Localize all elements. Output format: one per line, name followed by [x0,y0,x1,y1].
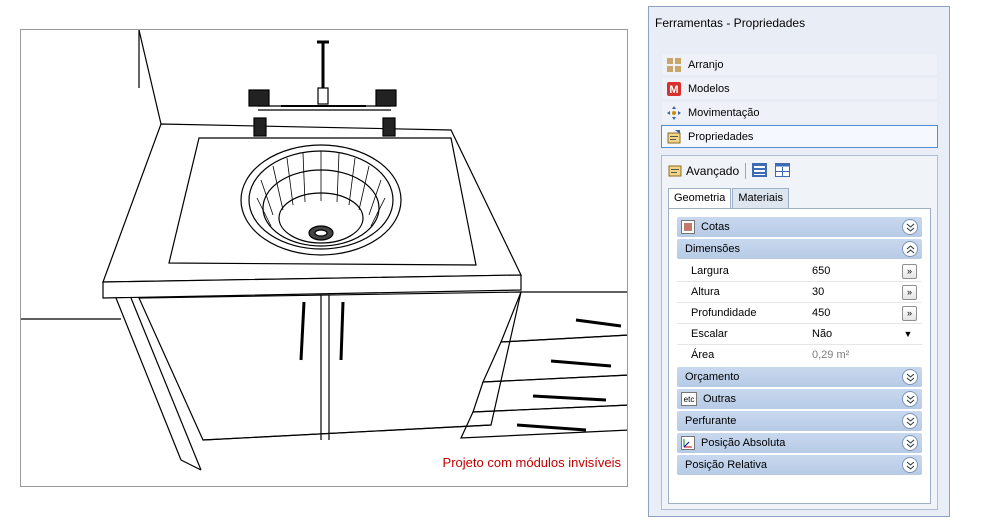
dimension-ruler-icon [681,220,695,234]
tool-propriedades[interactable]: Propriedades [661,125,938,148]
section-perfurante[interactable]: Perfurante [677,411,922,431]
properties-icon [668,163,682,180]
list-view-icon[interactable] [752,162,768,180]
section-label: Posição Absoluta [701,437,786,449]
property-row-escalar: Escalar Não ▼ [677,324,922,344]
tab-materiais[interactable]: Materiais [732,188,789,208]
dimensions-grid: Largura 650 » Altura 30 » Profundidade 4… [677,261,922,365]
position-axes-icon [681,436,695,450]
arrange-icon [666,57,682,73]
panel-title: Ferramentas - Propriedades [655,16,806,30]
viewport-caption: Projeto com módulos invisíveis [442,455,621,470]
property-row-altura: Altura 30 » [677,282,922,302]
chevron-down-icon[interactable] [902,435,918,451]
escalar-select[interactable]: Não [809,325,892,343]
chevron-down-icon[interactable] [902,457,918,473]
tool-label: Movimentação [688,106,760,119]
etc-icon: etc [681,392,697,406]
tools-properties-panel: Ferramentas - Propriedades Arranjo M Mod… [648,6,950,517]
section-orcamento[interactable]: Orçamento [677,367,922,387]
section-outras[interactable]: etc Outras [677,389,922,409]
largura-input[interactable]: 650 [809,262,892,280]
properties-icon [666,129,682,145]
tab-geometria[interactable]: Geometria [668,188,732,209]
area-readonly-value: 0,29 m² [809,346,892,364]
property-row-profundidade: Profundidade 450 » [677,303,922,323]
section-label: Outras [703,393,737,405]
chevron-down-icon[interactable] [902,369,918,385]
3d-viewport[interactable]: Projeto com módulos invisíveis [20,29,628,487]
chevron-up-icon[interactable] [902,241,918,257]
property-label: Área [691,349,715,361]
chevron-down-icon[interactable] [902,219,918,235]
section-label: Cotas [701,221,730,233]
advanced-toolbar: Avançado [668,160,791,182]
chevron-down-icon[interactable] [902,413,918,429]
expand-button[interactable]: » [902,284,917,300]
tool-label: Propriedades [688,130,754,143]
section-posicao-absoluta[interactable]: Posição Absoluta [677,433,922,453]
profundidade-input[interactable]: 450 [809,304,892,322]
section-label: Orçamento [685,371,740,383]
properties-area: Avançado Geometria Materiais Cotas Dimen… [661,155,938,510]
expand-button[interactable]: » [902,305,917,321]
sink-cabinet-drawing [21,30,627,471]
tool-movimentacao[interactable]: Movimentação [661,101,938,124]
expand-button[interactable]: » [902,263,917,279]
tab-strip: Geometria Materiais [668,188,790,209]
toolbar-separator [745,163,747,179]
property-row-largura: Largura 650 » [677,261,922,281]
section-cotas[interactable]: Cotas [677,217,922,237]
tool-arranjo[interactable]: Arranjo [661,53,938,76]
dropdown-arrow-icon[interactable]: ▼ [899,329,917,339]
property-row-area: Área 0,29 m² [677,345,922,365]
section-label: Perfurante [685,415,737,427]
advanced-button[interactable]: Avançado [686,164,739,178]
geometry-tab-content: Cotas Dimensões Largura 650 » Altura 30 … [668,208,931,504]
section-label: Dimensões [685,243,741,255]
property-label: Profundidade [691,307,757,319]
section-dimensoes[interactable]: Dimensões [677,239,922,259]
models-m-icon: M [666,81,682,97]
chevron-down-icon[interactable] [902,391,918,407]
section-label: Posição Relativa [685,459,767,471]
move-arrows-icon [666,105,682,121]
section-posicao-relativa[interactable]: Posição Relativa [677,455,922,475]
svg-text:M: M [669,84,678,96]
property-label: Largura [691,265,729,277]
tool-label: Arranjo [688,58,724,71]
property-label: Altura [691,286,720,298]
tool-label: Modelos [688,82,730,95]
altura-input[interactable]: 30 [809,283,892,301]
tools-list: Arranjo M Modelos Movimentação Proprieda… [661,53,938,149]
grid-view-icon[interactable] [775,162,791,180]
tool-modelos[interactable]: M Modelos [661,77,938,100]
property-label: Escalar [691,328,728,340]
property-sections: Cotas Dimensões Largura 650 » Altura 30 … [677,217,922,477]
